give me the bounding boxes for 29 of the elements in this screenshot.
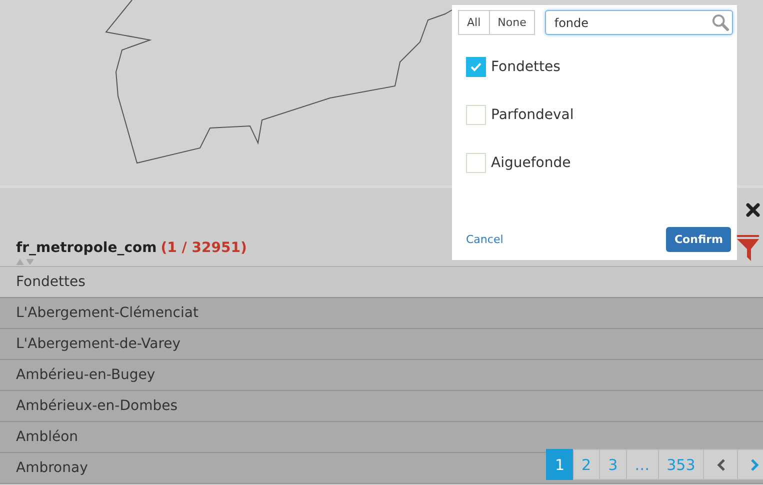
checkbox[interactable]	[466, 105, 486, 125]
option-label: Aiguefonde	[491, 155, 571, 171]
select-all-button[interactable]: All	[458, 10, 490, 35]
layer-name: fr_metropole_com	[16, 240, 157, 256]
sort-icon[interactable]	[16, 259, 34, 265]
option-label: Parfondeval	[491, 107, 574, 123]
cancel-link[interactable]: Cancel	[466, 233, 504, 246]
check-icon	[470, 62, 482, 72]
page-button[interactable]: 1	[546, 449, 574, 480]
table-row[interactable]: Ambérieu-en-Bugey	[0, 360, 763, 391]
previous-page-button[interactable]	[703, 449, 738, 480]
close-icon[interactable]	[745, 202, 761, 218]
table-row[interactable]: Fondettes	[0, 267, 763, 298]
confirm-button[interactable]: Confirm	[666, 227, 731, 252]
feature-count: (1 / 32951)	[160, 240, 247, 256]
chevron-left-icon	[716, 458, 726, 470]
next-page-button[interactable]	[737, 449, 763, 480]
filter-icon[interactable]	[737, 235, 759, 261]
table-row[interactable]: Ambérieux-en-Dombes	[0, 391, 763, 422]
search-icon	[712, 14, 730, 31]
checkbox[interactable]	[466, 153, 486, 173]
table-row[interactable]: L'Abergement-de-Varey	[0, 329, 763, 360]
chevron-right-icon	[750, 458, 760, 470]
select-none-button[interactable]: None	[488, 10, 536, 35]
option-label: Fondettes	[491, 59, 560, 75]
table-row[interactable]: L'Abergement-Clémenciat	[0, 298, 763, 329]
search-field[interactable]: fonde	[545, 10, 734, 35]
table-row[interactable]: Ambléon	[0, 422, 763, 453]
checkbox[interactable]	[466, 57, 486, 77]
